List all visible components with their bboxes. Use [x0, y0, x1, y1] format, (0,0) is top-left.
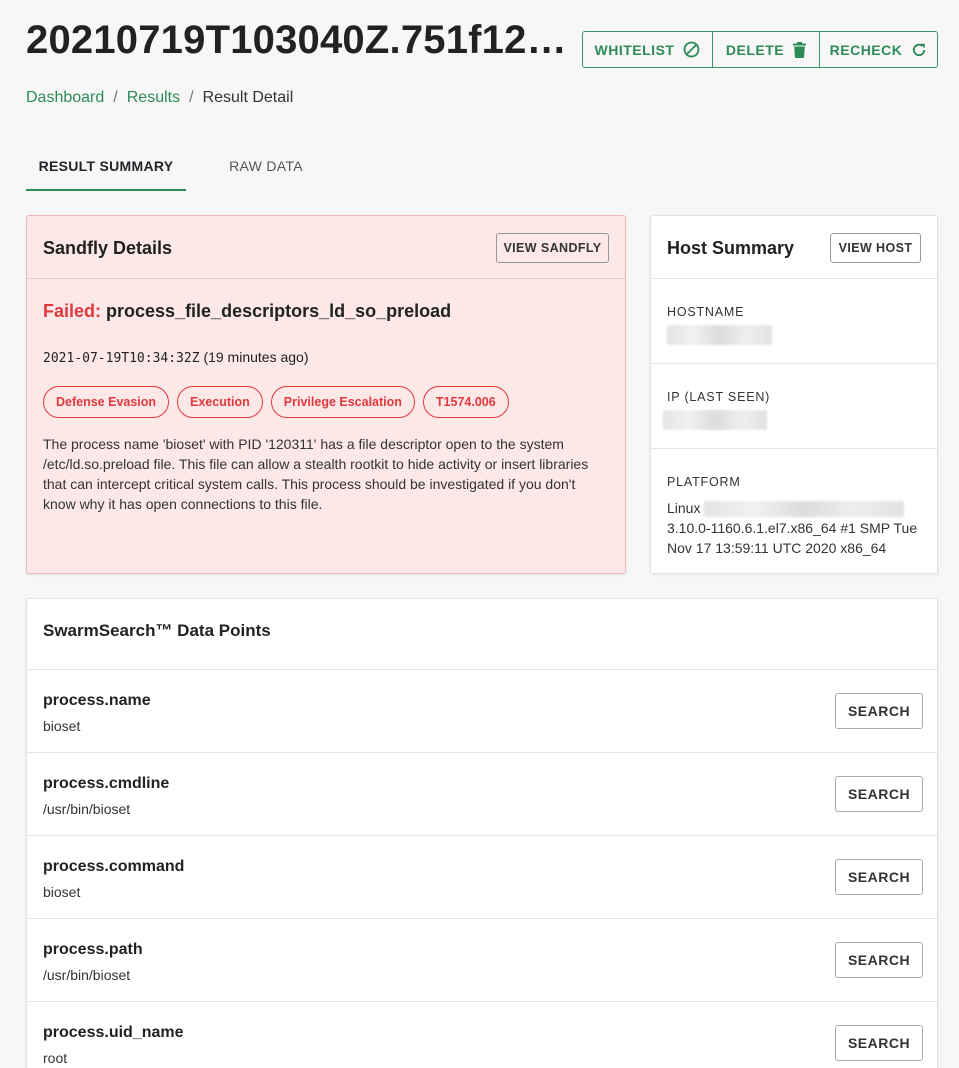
- host-card-title: Host Summary: [667, 238, 795, 258]
- breadcrumb: Dashboard / Results / Result Detail: [26, 89, 293, 107]
- platform-value: Linux 3.10.0-1160.6.1.el7.x86_64 #1 SMP …: [667, 498, 929, 558]
- hostname-label: HOSTNAME: [667, 305, 745, 319]
- swarmsearch-card: SwarmSearch™ Data Points process.name bi…: [26, 598, 938, 1068]
- sandfly-details-card: Sandfly Details VIEW SANDFLY Failed: proc…: [26, 215, 626, 574]
- sandfly-result-heading: Failed: process_file_descriptors_ld_so_pr…: [43, 301, 451, 322]
- sandfly-card-title: Sandfly Details: [43, 238, 173, 258]
- whitelist-label: WHITELIST: [594, 41, 675, 58]
- platform-label: PLATFORM: [667, 475, 741, 489]
- search-button[interactable]: SEARCH: [835, 859, 923, 895]
- tactic-tags: Defense Evasion Execution Privilege Esca…: [43, 386, 509, 418]
- sandfly-timestamp: 2021-07-19T10:34:32Z: [43, 351, 200, 366]
- sandfly-relative-time: (19 minutes ago): [203, 349, 309, 365]
- platform-kernel: 3.10.0-1160.6.1.el7.x86_64 #1 SMP Tue No…: [667, 520, 918, 556]
- data-point-value: /usr/bin/bioset: [43, 801, 131, 817]
- sandfly-timestamp-line: 2021-07-19T10:34:32Z (19 minutes ago): [43, 349, 309, 366]
- breadcrumb-separator: /: [113, 89, 118, 106]
- tag-defense-evasion[interactable]: Defense Evasion: [43, 386, 170, 418]
- tag-privilege-escalation[interactable]: Privilege Escalation: [270, 386, 415, 418]
- data-point-key: process.uid_name: [43, 1024, 184, 1041]
- tab-raw-data[interactable]: RAW DATA: [186, 142, 346, 191]
- data-point-key: process.command: [43, 858, 185, 875]
- data-point-key: process.cmdline: [43, 775, 170, 792]
- breadcrumb-current: Result Detail: [202, 89, 294, 106]
- tag-t1574-006[interactable]: T1574.006: [422, 386, 509, 418]
- action-button-group: WHITELIST DELETE RECHECK: [582, 31, 938, 68]
- delete-button[interactable]: DELETE: [712, 32, 819, 67]
- breadcrumb-dashboard-link[interactable]: Dashboard: [26, 89, 104, 107]
- page-title: 20210719T103040Z.751f12…: [26, 18, 567, 62]
- search-button[interactable]: SEARCH: [835, 1025, 923, 1061]
- search-button[interactable]: SEARCH: [835, 776, 923, 812]
- platform-redacted: [704, 501, 905, 518]
- trash-icon: [793, 41, 807, 58]
- search-button[interactable]: SEARCH: [835, 693, 923, 729]
- sandfly-description: The process name 'bioset' with PID '1203…: [43, 436, 589, 512]
- failed-status: Failed:: [43, 301, 102, 321]
- breadcrumb-separator: /: [189, 89, 194, 106]
- delete-label: DELETE: [725, 41, 785, 58]
- data-point-row: process.name bioset SEARCH: [27, 670, 937, 753]
- data-point-row: process.uid_name root SEARCH: [27, 1002, 937, 1068]
- ip-label: IP (LAST SEEN): [667, 390, 771, 404]
- data-point-row: process.path /usr/bin/bioset SEARCH: [27, 919, 937, 1002]
- hostname-redacted: [667, 325, 772, 345]
- breadcrumb-results-link[interactable]: Results: [127, 89, 180, 107]
- ip-section: IP (LAST SEEN): [651, 364, 937, 449]
- platform-prefix: Linux: [667, 500, 701, 516]
- ip-redacted: [663, 410, 767, 430]
- swarmsearch-title: SwarmSearch™ Data Points: [43, 621, 271, 640]
- hostname-section: HOSTNAME: [651, 279, 937, 364]
- recheck-label: RECHECK: [829, 41, 903, 58]
- tag-execution[interactable]: Execution: [177, 386, 263, 418]
- search-button[interactable]: SEARCH: [835, 942, 923, 978]
- data-point-key: process.path: [43, 941, 143, 958]
- view-sandfly-button[interactable]: VIEW SANDFLY: [496, 233, 609, 263]
- swarmsearch-header: SwarmSearch™ Data Points: [27, 599, 937, 670]
- data-point-row: process.cmdline /usr/bin/bioset SEARCH: [27, 753, 937, 836]
- view-host-button[interactable]: VIEW HOST: [830, 233, 921, 263]
- sandfly-name: process_file_descriptors_ld_so_preload: [106, 301, 452, 321]
- host-summary-card: Host Summary VIEW HOST HOSTNAME IP (LAST…: [650, 215, 938, 574]
- data-point-value: bioset: [43, 884, 81, 900]
- data-point-value: /usr/bin/bioset: [43, 967, 131, 983]
- host-card-header: Host Summary VIEW HOST: [651, 216, 937, 279]
- data-point-row: process.command bioset SEARCH: [27, 836, 937, 919]
- tab-result-summary[interactable]: RESULT SUMMARY: [26, 142, 186, 191]
- data-point-value: root: [43, 1050, 68, 1066]
- ban-icon: [683, 41, 700, 58]
- tab-bar: RESULT SUMMARY RAW DATA: [26, 142, 346, 191]
- sandfly-card-header: Sandfly Details VIEW SANDFLY: [27, 216, 625, 279]
- whitelist-button[interactable]: WHITELIST: [583, 32, 712, 67]
- recheck-button[interactable]: RECHECK: [819, 32, 937, 67]
- data-point-value: bioset: [43, 718, 81, 734]
- data-point-key: process.name: [43, 692, 151, 709]
- refresh-icon: [911, 42, 927, 58]
